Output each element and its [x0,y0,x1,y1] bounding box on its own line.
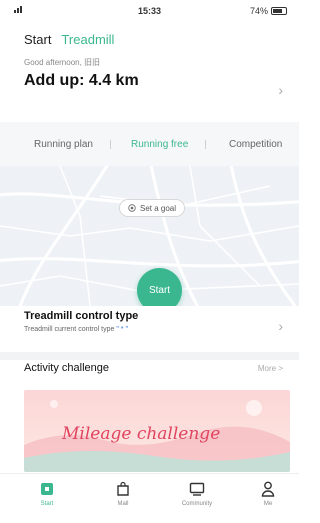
status-bar: 15:33 74% [0,0,299,22]
more-link[interactable]: More > [258,364,283,373]
bottom-tab-label: Community [181,501,213,507]
bottom-tab-label: Start [40,501,54,507]
mode-running-free[interactable]: Running free [131,139,188,150]
chevron-right-icon[interactable]: › [278,318,283,334]
activity-title: Activity challenge [24,362,109,374]
tab-treadmill[interactable]: Treadmill [61,32,114,47]
run-mode-tabs: Running plan Running free Competition [0,122,299,166]
control-title: Treadmill control type [24,310,139,322]
bottom-tab-community[interactable]: Community [167,480,227,507]
battery-icon [271,7,287,15]
set-goal-button[interactable]: Set a goal [119,199,186,217]
banner-title: Mileage challenge [62,424,221,444]
control-subtitle: Treadmill current control type [24,326,115,333]
total-distance[interactable]: Add up: 4.4 km [24,72,139,90]
section-divider [0,352,299,360]
mileage-challenge-banner[interactable]: Mileage challenge [24,390,290,472]
person-icon [261,481,275,497]
bag-icon [117,481,129,496]
divider [205,140,206,149]
start-icon [41,483,53,495]
set-goal-label: Set a goal [140,203,177,213]
chevron-right-icon[interactable]: › [278,82,283,98]
activity-header: Activity challenge More > [0,360,299,390]
bottom-tab-bar: Start Mall Community Me [0,473,299,523]
monitor-icon [189,482,205,496]
battery-percent: 74% [249,6,268,16]
divider [110,140,111,149]
mode-running-plan[interactable]: Running plan [34,139,93,150]
bottom-tab-label: Me [263,501,273,507]
greeting-text: Good afternoon, 旧旧 [24,58,101,67]
mode-competition[interactable]: Competition [229,139,282,150]
bottom-tab-start[interactable]: Start [17,480,77,507]
target-icon [128,204,136,212]
tab-start[interactable]: Start [24,32,51,47]
treadmill-control-row[interactable]: Treadmill control type Treadmill current… [0,306,299,352]
bottom-tab-me[interactable]: Me [238,480,298,507]
bottom-tab-label: Mall [117,501,129,507]
start-run-label: Start [148,285,171,296]
control-value: " * " [116,326,128,333]
top-tabs: Start Treadmill [24,32,114,47]
bottom-tab-mall[interactable]: Mall [93,480,153,507]
